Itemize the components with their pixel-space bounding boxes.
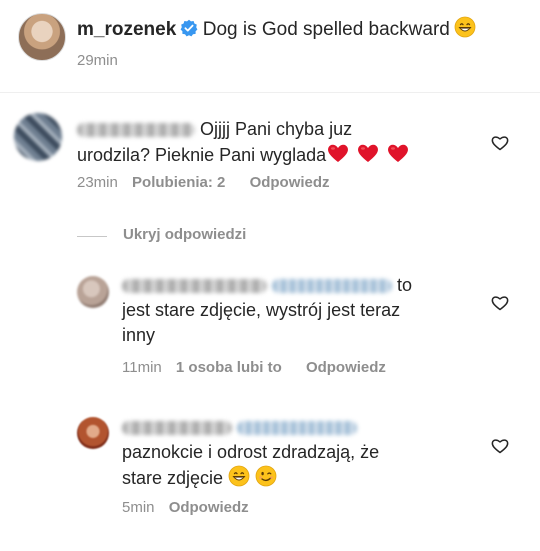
like-heart-outline-icon[interactable] — [491, 295, 509, 311]
reply-avatar[interactable] — [77, 417, 109, 449]
reply-mention-blurred[interactable] — [237, 421, 358, 436]
post-author-username[interactable]: m_rozenek — [77, 19, 176, 40]
reply-text-line-2: jest stare zdjęcie, wystrój jest teraz — [122, 300, 401, 320]
comment-text-part-2: urodzila? Pieknie Pani wyglada — [77, 145, 327, 165]
reply-meta: 11min 1 osoba lubi to Odpowiedz — [122, 359, 386, 376]
hide-replies-line — [77, 236, 107, 237]
comment-likes-count[interactable]: Polubienia: 2 — [132, 174, 225, 191]
reply: paznokcie i odrost zdradzają, że stare z… — [122, 415, 482, 494]
caption-divider — [0, 92, 540, 93]
red-heart-emoji-icon — [386, 142, 410, 171]
comment: Ojjjj Pani chyba juz urodzila? Pieknie P… — [77, 117, 477, 171]
hide-replies-label: Ukryj odpowiedzi — [123, 226, 247, 243]
comment-time[interactable]: 23min — [77, 174, 118, 191]
hide-replies-button[interactable]: Ukryj odpowiedzi — [123, 226, 246, 243]
reply-reply-button[interactable]: Odpowiedz — [169, 499, 249, 516]
comment-text-line-1: Ojjjj Pani chyba juz — [77, 117, 477, 142]
reply-time[interactable]: 5min — [122, 499, 155, 516]
comment-username-blurred[interactable] — [77, 123, 195, 138]
post-caption-text: Dog is God spelled backward — [202, 19, 450, 40]
comment-avatar[interactable] — [14, 113, 62, 161]
like-heart-outline-icon[interactable] — [491, 135, 509, 151]
winking-emoji-icon — [255, 465, 277, 494]
comment-reply-button[interactable]: Odpowiedz — [250, 174, 330, 191]
comment-text-part: Ojjjj Pani chyba juz — [200, 119, 353, 139]
reply-avatar[interactable] — [77, 276, 109, 308]
grinning-emoji-icon — [228, 465, 250, 494]
red-heart-emoji-icon — [326, 142, 350, 171]
reply-text-line-3: stare zdjęcie — [122, 465, 482, 494]
reply-text-line-2: paznokcie i odrost zdradzają, że — [122, 442, 380, 462]
reply-text-part: stare zdjęcie — [122, 468, 224, 488]
reply-meta: 5min Odpowiedz — [122, 499, 249, 516]
verified-badge-icon — [180, 19, 198, 42]
grinning-emoji-icon — [454, 16, 476, 43]
reply-mention-blurred[interactable] — [272, 279, 393, 294]
reply-username-blurred[interactable] — [122, 421, 232, 436]
comment-meta: 23min Polubienia: 2 Odpowiedz — [77, 174, 330, 191]
reply: to jest stare zdjęcie, wystrój jest tera… — [122, 273, 482, 348]
reply-likes-count[interactable]: 1 osoba lubi to — [176, 359, 282, 376]
reply-username-blurred[interactable] — [122, 279, 267, 294]
like-heart-outline-icon[interactable] — [491, 438, 509, 454]
post-timestamp: 29min — [77, 52, 118, 69]
reply-reply-button[interactable]: Odpowiedz — [306, 359, 386, 376]
reply-text-line-3: inny — [122, 325, 156, 345]
reply-text-line-1 — [122, 415, 482, 440]
post-caption: m_rozenek Dog is God spelled backward — [77, 16, 476, 43]
reply-time[interactable]: 11min — [122, 359, 162, 376]
reply-text-part: to — [397, 275, 413, 295]
comment-text-line-2: urodzila? Pieknie Pani wyglada — [77, 142, 477, 171]
reply-text-line-1: to — [122, 273, 482, 298]
red-heart-emoji-icon — [356, 142, 380, 171]
post-author-avatar[interactable] — [18, 13, 66, 61]
